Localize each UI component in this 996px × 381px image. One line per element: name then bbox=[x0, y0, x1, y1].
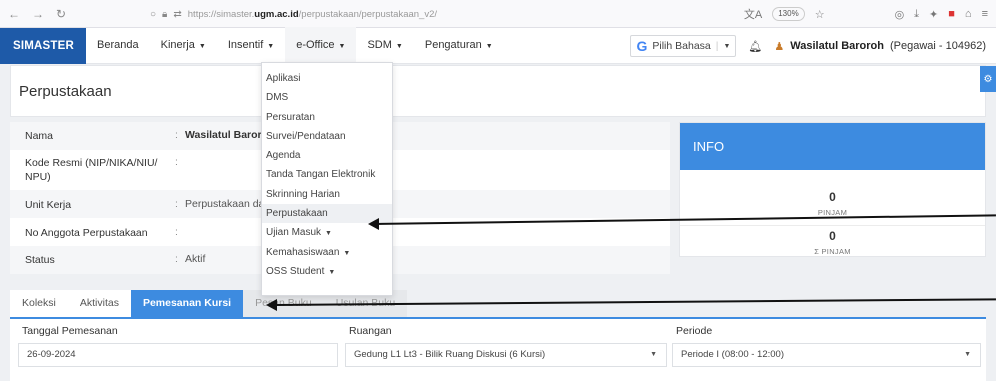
menu-item-kemahasiswaan[interactable]: Kemahasiswaan ▼ bbox=[262, 243, 392, 262]
menu-item-dms[interactable]: DMS bbox=[262, 88, 392, 107]
language-divider: | bbox=[715, 40, 719, 52]
user-avatar-icon: ♟ bbox=[774, 40, 785, 53]
navbar-right: G Pilih Bahasa | ▼ 🔔︎ ♟ Wasilatul Baroro… bbox=[630, 28, 986, 64]
tab-koleksi[interactable]: Koleksi bbox=[10, 290, 68, 317]
menu-icon[interactable]: ≡ bbox=[982, 8, 988, 20]
menu-item-aplikasi[interactable]: Aplikasi bbox=[262, 69, 392, 88]
menu-item-skrinning[interactable]: Skrinning Harian bbox=[262, 185, 392, 204]
tab-pemesanan-kursi[interactable]: Pemesanan Kursi bbox=[130, 290, 244, 317]
eoffice-dropdown-menu: Aplikasi DMS Persuratan Survei/Pendataan… bbox=[261, 62, 393, 296]
page-title: Perpustakaan bbox=[19, 83, 112, 100]
annotation-arrowhead bbox=[368, 218, 379, 230]
nav-item-kinerja[interactable]: Kinerja ▼ bbox=[150, 27, 217, 65]
zoom-level[interactable]: 130% bbox=[772, 7, 805, 21]
browser-toolbar: ← → ↻ ○ 🔒︎ ⇄ https://simaster.ugm.ac.id/… bbox=[0, 0, 996, 28]
periode-label: Periode bbox=[676, 325, 713, 337]
tanggal-input[interactable]: 26-09-2024 bbox=[18, 343, 338, 367]
forward-icon[interactable]: → bbox=[32, 7, 44, 21]
menu-item-oss-student[interactable]: OSS Student ▼ bbox=[262, 262, 392, 281]
language-label: Pilih Bahasa bbox=[652, 40, 711, 52]
ruangan-label: Ruangan bbox=[349, 325, 392, 337]
home-icon[interactable]: ⌂ bbox=[965, 8, 972, 20]
profile-value: Aktif bbox=[185, 253, 206, 265]
pocket-icon[interactable]: ◎ bbox=[895, 8, 905, 21]
menu-item-tanda-tangan[interactable]: Tanda Tangan Elektronik bbox=[262, 165, 392, 184]
profile-label: Kode Resmi (NIP/NIKA/NIU/ NPU) bbox=[25, 157, 158, 183]
periode-select[interactable]: Periode I (08:00 - 12:00) ▼ bbox=[672, 343, 981, 367]
menu-item-agenda[interactable]: Agenda bbox=[262, 146, 392, 165]
brand-logo[interactable]: SIMASTER bbox=[0, 27, 87, 64]
settings-gear-button[interactable]: ⚙ bbox=[980, 66, 996, 92]
stat-total-value: 0 bbox=[829, 229, 836, 243]
stat-total-label: Σ PINJAM bbox=[814, 247, 851, 256]
language-caret: ▼ bbox=[723, 42, 731, 50]
field-tanggal: Tanggal Pemesanan 26-09-2024 bbox=[18, 325, 338, 367]
download-icon[interactable]: ⤓ bbox=[914, 8, 919, 21]
profile-label: Unit Kerja bbox=[25, 199, 72, 211]
addon-icon[interactable]: ■ bbox=[948, 8, 955, 20]
booking-form: Tanggal Pemesanan 26-09-2024 Ruangan Ged… bbox=[10, 317, 986, 381]
nav-item-beranda[interactable]: Beranda bbox=[86, 27, 150, 65]
field-ruangan: Ruangan Gedung L1 Lt3 - Bilik Ruang Disk… bbox=[345, 325, 667, 367]
back-icon[interactable]: ← bbox=[8, 7, 20, 21]
main-menu: Beranda Kinerja ▼ Insentif ▼ e-Office ▼ SDM… bbox=[86, 26, 504, 65]
caret-down-icon: ▼ bbox=[267, 42, 275, 50]
info-title: INFO bbox=[680, 123, 985, 170]
menu-item-survei[interactable]: Survei/Pendataan bbox=[262, 127, 392, 146]
periode-value: Periode I (08:00 - 12:00) bbox=[681, 349, 784, 360]
user-menu[interactable]: ♟ Wasilatul Baroroh (Pegawai - 104962) bbox=[774, 40, 986, 53]
menu-item-persuratan[interactable]: Persuratan bbox=[262, 108, 392, 127]
ruangan-select[interactable]: Gedung L1 Lt3 - Bilik Ruang Diskusi (6 K… bbox=[345, 343, 667, 367]
profile-separator: : bbox=[175, 226, 178, 238]
permissions-icon: ⇄ bbox=[173, 8, 182, 20]
stat-total-pinjam: 0 Σ PINJAM bbox=[680, 229, 985, 256]
info-card: INFO 0 PINJAM 0 Σ PINJAM bbox=[679, 122, 986, 257]
gear-icon: ⚙ bbox=[983, 73, 993, 85]
profile-separator: : bbox=[175, 156, 178, 168]
nav-item-insentif[interactable]: Insentif ▼ bbox=[217, 27, 285, 65]
tab-aktivitas[interactable]: Aktivitas bbox=[67, 290, 131, 317]
caret-down-icon: ▼ bbox=[198, 42, 206, 50]
language-select[interactable]: G Pilih Bahasa | ▼ bbox=[630, 35, 737, 57]
stat-pinjam: 0 PINJAM bbox=[680, 190, 985, 217]
profile-separator: : bbox=[175, 198, 178, 210]
page-header: Perpustakaan bbox=[10, 65, 986, 117]
reload-icon[interactable]: ↻ bbox=[56, 7, 66, 21]
annotation-arrowhead bbox=[266, 299, 277, 311]
caret-down-icon: ▼ bbox=[395, 42, 403, 50]
caret-down-icon: ▼ bbox=[485, 42, 493, 50]
shield-icon: ○ bbox=[150, 8, 157, 20]
profile-label: No Anggota Perpustakaan bbox=[25, 227, 148, 239]
browser-actions: 文A 130% ☆ ◎ ⤓ ✦ ■ ⌂ ≡ bbox=[744, 6, 988, 22]
stat-pinjam-value: 0 bbox=[829, 190, 836, 204]
ruangan-value: Gedung L1 Lt3 - Bilik Ruang Diskusi (6 K… bbox=[354, 349, 546, 360]
profile-label: Status bbox=[25, 254, 55, 266]
address-bar[interactable]: ○ 🔒︎ ⇄ https://simaster.ugm.ac.id/perpus… bbox=[150, 5, 650, 23]
nav-item-sdm[interactable]: SDM ▼ bbox=[356, 27, 413, 65]
url-text: https://simaster.ugm.ac.id/perpustakaan/… bbox=[187, 8, 438, 20]
chevron-down-icon: ▼ bbox=[650, 351, 657, 358]
field-periode: Periode Periode I (08:00 - 12:00) ▼ bbox=[672, 325, 981, 367]
lock-icon: 🔒︎ bbox=[162, 8, 168, 20]
bookmark-star-icon[interactable]: ☆ bbox=[815, 8, 825, 21]
nav-item-eoffice[interactable]: e-Office ▼ bbox=[285, 26, 357, 65]
notification-bell-icon[interactable]: 🔔︎ bbox=[748, 40, 762, 53]
translate-icon[interactable]: 文A bbox=[744, 6, 762, 22]
profile-separator: : bbox=[175, 253, 178, 265]
caret-down-icon: ▼ bbox=[338, 42, 346, 50]
main-navbar: SIMASTER Beranda Kinerja ▼ Insentif ▼ e-Of… bbox=[0, 26, 996, 65]
caret-down-icon: ▼ bbox=[343, 249, 351, 257]
caret-down-icon: ▼ bbox=[325, 230, 332, 238]
user-name: Wasilatul Baroroh bbox=[790, 40, 884, 52]
profile-label: Nama bbox=[25, 130, 54, 142]
google-icon: G bbox=[636, 38, 648, 54]
extension-icon[interactable]: ✦ bbox=[929, 8, 938, 21]
tanggal-label: Tanggal Pemesanan bbox=[22, 325, 118, 337]
user-role: (Pegawai - 104962) bbox=[889, 40, 986, 52]
nav-item-pengaturan[interactable]: Pengaturan ▼ bbox=[414, 27, 504, 65]
caret-down-icon: ▼ bbox=[328, 268, 336, 276]
browser-nav: ← → ↻ bbox=[8, 7, 158, 21]
profile-separator: : bbox=[175, 129, 178, 141]
chevron-down-icon: ▼ bbox=[964, 351, 971, 358]
